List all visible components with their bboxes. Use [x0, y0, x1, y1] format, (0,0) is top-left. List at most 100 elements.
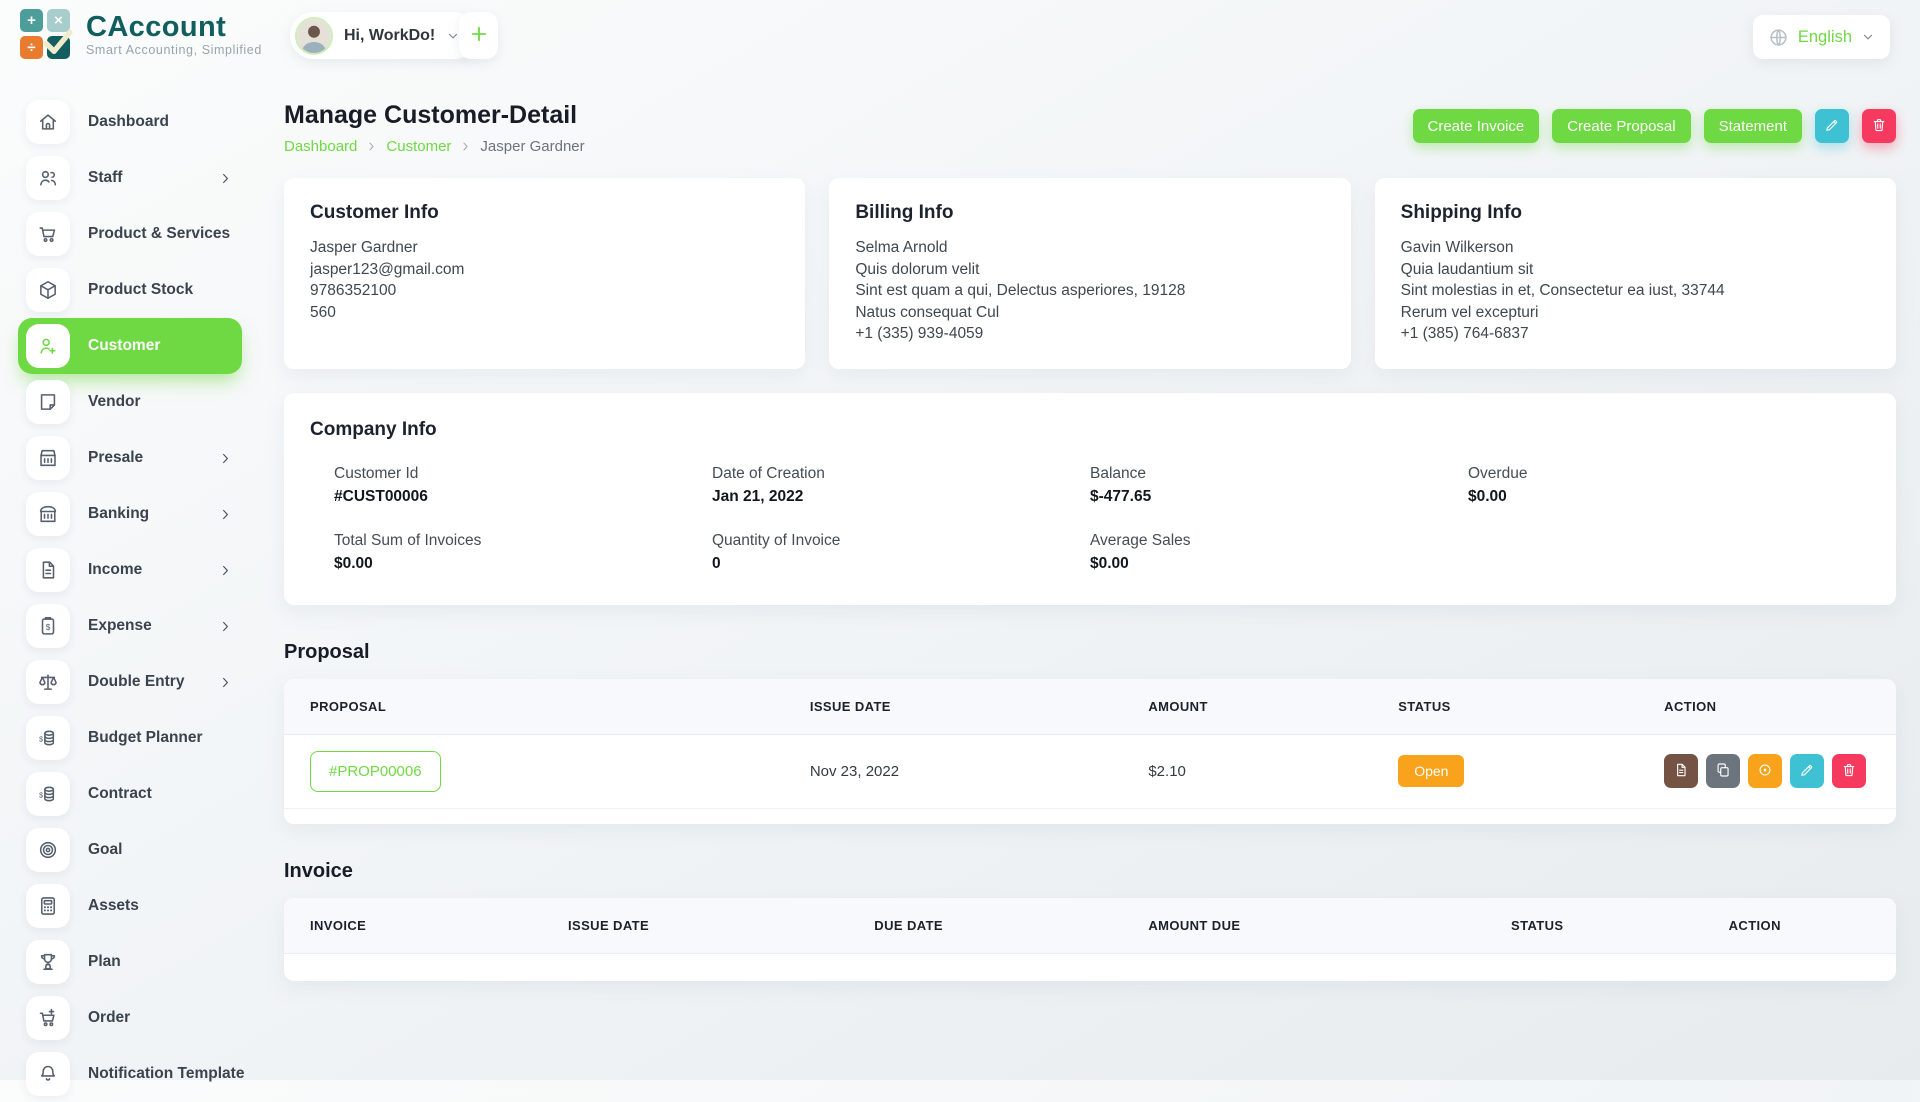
user-menu[interactable]: Hi, WorkDo!: [290, 12, 478, 59]
info-line: Natus consequat Cul: [855, 302, 1324, 324]
sidebar-item-label: Notification Template: [88, 1065, 244, 1083]
clipboard-dollar-icon: $: [26, 604, 70, 648]
sidebar-item-staff[interactable]: Staff: [18, 150, 242, 206]
copy-action-button[interactable]: [1706, 754, 1740, 788]
column-header-action: ACTION: [1719, 898, 1896, 954]
file-action-button[interactable]: [1664, 754, 1698, 788]
sidebar-item-label: Assets: [88, 897, 139, 915]
create-invoice-button[interactable]: Create Invoice: [1413, 109, 1540, 143]
chevron-right-icon: [219, 508, 232, 521]
proposal-table: PROPOSALISSUE DATEAMOUNTSTATUSACTION#PRO…: [284, 679, 1896, 809]
copy-icon: [1715, 762, 1731, 781]
company-info-card: Company Info Customer Id#CUST00006Date o…: [284, 393, 1896, 605]
sidebar-item-label: Presale: [88, 449, 143, 467]
cart-icon: [26, 212, 70, 256]
field-value: Jan 21, 2022: [712, 488, 1090, 506]
language-selector[interactable]: English: [1753, 15, 1890, 59]
sidebar-item-income[interactable]: Income: [18, 542, 242, 598]
company-field-date-of-creation: Date of CreationJan 21, 2022: [712, 465, 1090, 506]
edit-action-button[interactable]: [1790, 754, 1824, 788]
empty-row: [284, 953, 1896, 981]
chevron-right-icon: [219, 564, 232, 577]
sidebar-item-dashboard[interactable]: Dashboard: [18, 94, 242, 150]
topbar: + × ÷ CAccount Smart Accounting, Simplif…: [0, 0, 1920, 72]
column-header-due-date: DUE DATE: [864, 898, 1138, 954]
column-header-status: STATUS: [1501, 898, 1719, 954]
sidebar-item-expense[interactable]: $ Expense: [18, 598, 242, 654]
chevron-right-icon: [366, 141, 377, 152]
sidebar-item-label: Product & Services: [88, 225, 230, 243]
sidebar-item-assets[interactable]: Assets: [18, 878, 242, 934]
sidebar-item-label: Customer: [88, 337, 160, 355]
delete-action-button[interactable]: [1832, 754, 1866, 788]
brand: + × ÷ CAccount Smart Accounting, Simplif…: [20, 9, 262, 59]
sidebar-item-double-entry[interactable]: Double Entry: [18, 654, 242, 710]
chevron-down-icon: [1861, 30, 1875, 44]
field-value: $0.00: [1468, 488, 1846, 506]
sidebar-item-label: Dashboard: [88, 113, 169, 131]
create-proposal-button[interactable]: Create Proposal: [1552, 109, 1690, 143]
sidebar-item-label: Expense: [88, 617, 152, 635]
quick-add-button[interactable]: [459, 12, 498, 59]
coins-icon: $: [26, 772, 70, 816]
view-action-button[interactable]: [1748, 754, 1782, 788]
bell-icon: [26, 1052, 70, 1096]
info-line: Sint est quam a qui, Delectus asperiores…: [855, 280, 1324, 302]
edit-customer-button[interactable]: [1815, 109, 1849, 143]
chevron-right-icon: [460, 141, 471, 152]
field-value: #CUST00006: [334, 488, 712, 506]
cart-plus-icon: [26, 996, 70, 1040]
company-field-average-sales: Average Sales$0.00: [1090, 532, 1468, 573]
chevron-right-icon: [219, 676, 232, 689]
company-field-overdue: Overdue$0.00: [1468, 465, 1846, 506]
user-plus-icon: [26, 324, 70, 368]
field-value: $-477.65: [1090, 488, 1468, 506]
info-line: 560: [310, 302, 779, 324]
sidebar-item-customer[interactable]: Customer: [18, 318, 242, 374]
breadcrumb-link-dashboard[interactable]: Dashboard: [284, 138, 357, 155]
globe-icon: [1768, 27, 1789, 48]
sidebar-item-goal[interactable]: Goal: [18, 822, 242, 878]
proposal-table-card: PROPOSALISSUE DATEAMOUNTSTATUSACTION#PRO…: [284, 679, 1896, 824]
sidebar-item-presale[interactable]: Presale: [18, 430, 242, 486]
info-line: +1 (385) 764-6837: [1401, 323, 1870, 345]
issue-date-cell: Nov 23, 2022: [800, 734, 1139, 808]
svg-text:$: $: [39, 736, 43, 743]
sidebar-item-label: Staff: [88, 169, 122, 187]
file-icon: [1673, 762, 1689, 781]
chevron-right-icon: [219, 620, 232, 633]
statement-button[interactable]: Statement: [1704, 109, 1802, 143]
sidebar-item-label: Income: [88, 561, 142, 579]
company-info-grid: Customer Id#CUST00006Date of CreationJan…: [284, 451, 1896, 573]
info-line: Jasper Gardner: [310, 237, 779, 259]
info-line: Selma Arnold: [855, 237, 1324, 259]
sidebar-item-vendor[interactable]: Vendor: [18, 374, 242, 430]
avatar: [295, 17, 333, 55]
sidebar-item-banking[interactable]: Banking: [18, 486, 242, 542]
column-header-proposal: PROPOSAL: [284, 679, 800, 735]
scale-icon: [26, 660, 70, 704]
delete-customer-button[interactable]: [1862, 109, 1896, 143]
sidebar-item-notification-template[interactable]: Notification Template: [18, 1046, 242, 1102]
store-icon: [26, 436, 70, 480]
invoice-section-title: Invoice: [284, 860, 1896, 883]
sidebar-item-order[interactable]: Order: [18, 990, 242, 1046]
sidebar: Dashboard Staff Product & Services Product …: [0, 94, 262, 1102]
column-header-invoice: INVOICE: [284, 898, 558, 954]
sidebar-item-budget-planner[interactable]: $Budget Planner: [18, 710, 242, 766]
brand-text: CAccount Smart Accounting, Simplified: [86, 12, 262, 57]
cube-icon: [26, 268, 70, 312]
info-cards-row: Customer Info Jasper Gardnerjasper123@gm…: [284, 178, 1896, 369]
info-line: Quis dolorum velit: [855, 259, 1324, 281]
field-label: Balance: [1090, 465, 1468, 483]
sidebar-item-product-stock[interactable]: Product Stock: [18, 262, 242, 318]
trash-icon: [1871, 117, 1887, 136]
proposal-number-link[interactable]: #PROP00006: [310, 751, 441, 792]
trophy-icon: [26, 940, 70, 984]
card-title: Customer Info: [310, 202, 779, 224]
sidebar-item-plan[interactable]: Plan: [18, 934, 242, 990]
breadcrumb-link-customer[interactable]: Customer: [386, 138, 451, 155]
sidebar-item-product-services[interactable]: Product & Services: [18, 206, 242, 262]
sidebar-item-contract[interactable]: $Contract: [18, 766, 242, 822]
proposal-section-title: Proposal: [284, 641, 1896, 664]
